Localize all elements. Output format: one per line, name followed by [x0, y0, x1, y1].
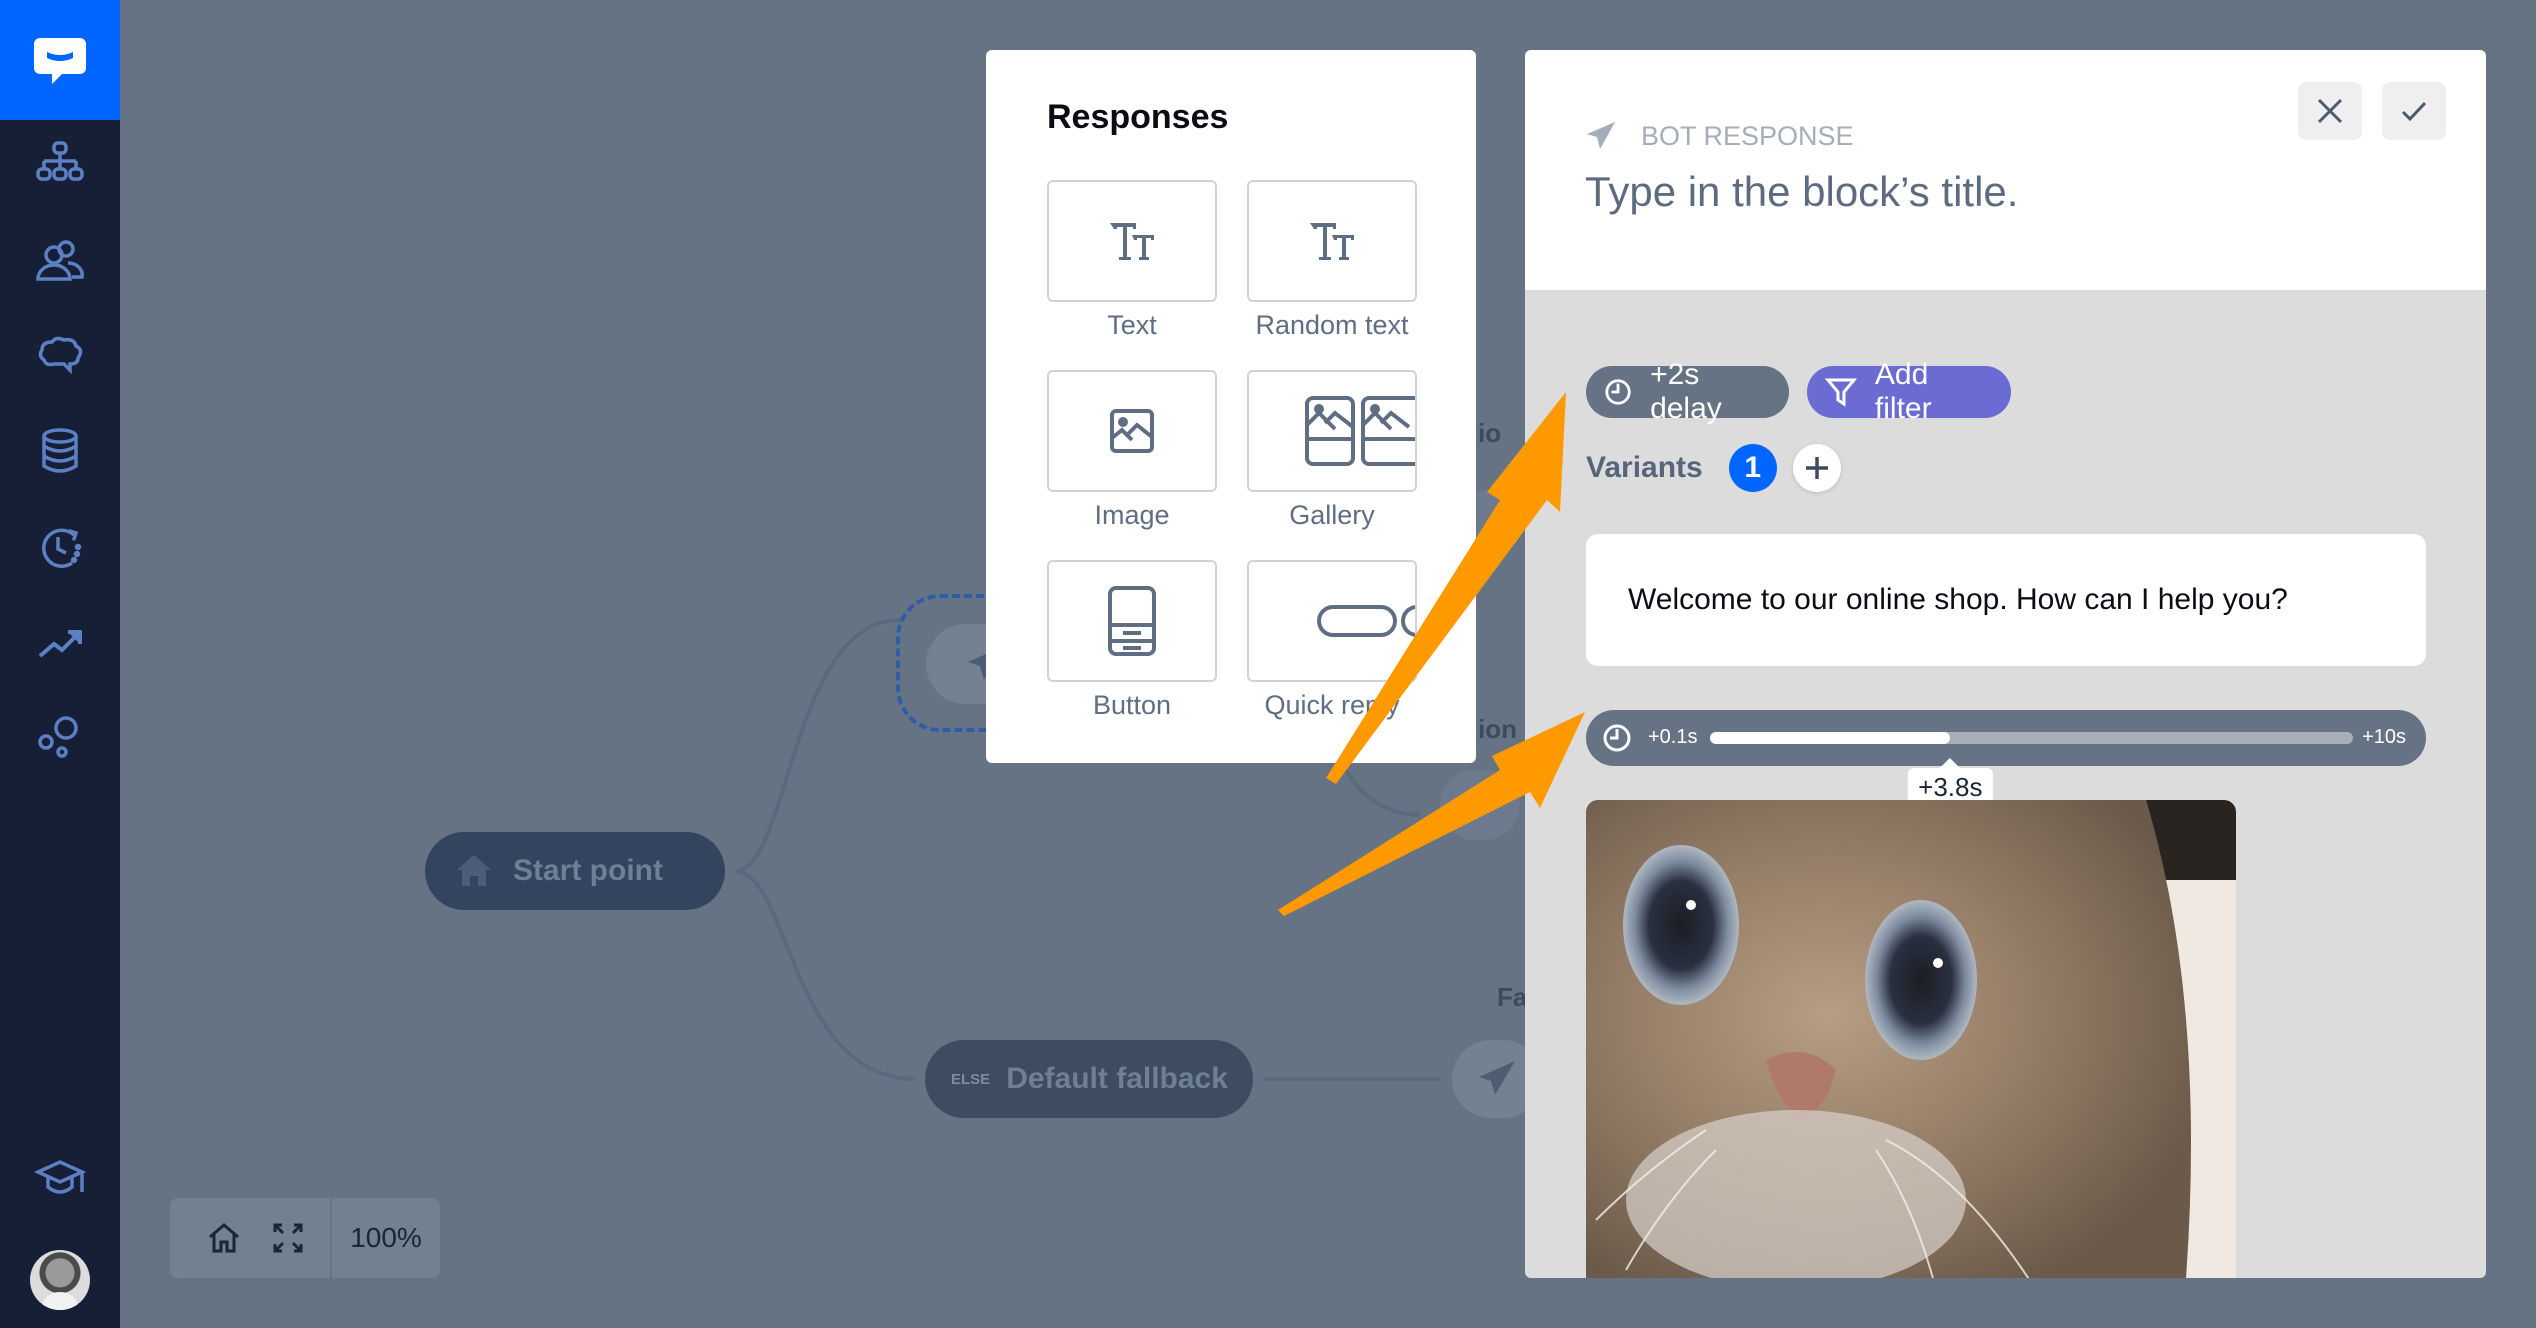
- slider-fill[interactable]: [1710, 732, 1951, 744]
- chat-bubble-logo-icon: [34, 38, 86, 84]
- sidebar-item-data[interactable]: [30, 422, 90, 482]
- block-editor-panel: BOT RESPONSE Type in the block’s title. …: [1525, 50, 2486, 1278]
- tile-label: Random text: [1255, 310, 1409, 340]
- avatar[interactable]: [30, 1250, 90, 1310]
- text-tile: [1047, 180, 1217, 302]
- slider-min-label: +0.1s: [1648, 726, 1698, 748]
- confirm-button[interactable]: [2382, 82, 2446, 140]
- tile-label: Text: [1107, 310, 1157, 340]
- image-tile: [1047, 370, 1217, 492]
- expand-icon: [273, 1223, 303, 1253]
- node-label: Fa: [1497, 982, 1528, 1012]
- random-text-tile: [1247, 180, 1417, 302]
- add-filter-button[interactable]: Add filter: [1807, 358, 2011, 425]
- sidebar-item-integrations[interactable]: [30, 708, 90, 768]
- fallback-label: Default fallback: [1006, 1062, 1228, 1095]
- paper-plane-icon: [1587, 122, 1615, 149]
- tile-label: Quick reply: [1264, 690, 1400, 720]
- slider-track[interactable]: [1710, 732, 2353, 744]
- zoom-control: 100%: [170, 1198, 440, 1278]
- close-icon: [2317, 98, 2343, 124]
- cat-photo: [1586, 800, 2236, 1278]
- sidebar-item-flows[interactable]: [30, 135, 90, 195]
- home-icon: [209, 1223, 239, 1253]
- graduation-cap-icon: [34, 1160, 86, 1194]
- node-label: io: [1478, 418, 1502, 448]
- variant-badge[interactable]: 1: [1728, 444, 1777, 492]
- clock-icon: [1605, 379, 1631, 405]
- image-icon: [1110, 409, 1154, 453]
- quick-reply-icon: [1317, 605, 1415, 637]
- delay-button[interactable]: +2s delay: [1586, 358, 1789, 425]
- delay-slider: +0.1s +10s: [1586, 710, 2426, 766]
- response-type-gallery[interactable]: Gallery: [1247, 370, 1417, 531]
- sidebar-item-training[interactable]: [30, 326, 90, 386]
- text-size-icon: [1310, 223, 1354, 260]
- edge-start-top: [734, 618, 901, 873]
- home-view-button[interactable]: [192, 1198, 256, 1278]
- sidebar-item-history[interactable]: [30, 517, 90, 577]
- trending-up-icon: [38, 630, 82, 658]
- fit-to-screen-button[interactable]: [256, 1198, 320, 1278]
- close-button[interactable]: [2298, 82, 2362, 140]
- text-size-icon: [1110, 223, 1154, 260]
- database-icon: [42, 428, 78, 473]
- variants-row: Variants 1: [1586, 444, 1841, 492]
- sitemap-icon: [36, 141, 84, 181]
- tile-label: Button: [1092, 690, 1172, 720]
- sidebar-item-audience[interactable]: [30, 231, 90, 291]
- slider-max-label: +10s: [2362, 726, 2406, 748]
- response-type-random-text[interactable]: Random text: [1247, 180, 1417, 341]
- zoom-level[interactable]: 100%: [332, 1222, 440, 1254]
- variants-label: Variants: [1586, 451, 1703, 484]
- sidebar: [0, 0, 120, 1328]
- plus-icon: [1805, 457, 1828, 479]
- block-kind: BOT RESPONSE: [1585, 120, 1854, 152]
- else-tag: ELSE: [951, 1070, 991, 1088]
- button-tile: [1047, 560, 1217, 682]
- block-title-input[interactable]: Type in the block’s title.: [1585, 168, 2018, 216]
- block-kind-label: BOT RESPONSE: [1641, 120, 1854, 151]
- history-clock-icon: [42, 528, 82, 568]
- app-logo[interactable]: [0, 0, 120, 120]
- image-preview[interactable]: [1586, 800, 2236, 1278]
- quick-reply-tile: [1247, 560, 1417, 682]
- message-text-field[interactable]: Welcome to our online shop. How can I he…: [1586, 534, 2426, 666]
- check-icon: [2401, 101, 2427, 122]
- tile-label: Image: [1094, 500, 1170, 530]
- add-variant-button[interactable]: [1792, 444, 1841, 492]
- response-type-image[interactable]: Image: [1047, 370, 1217, 531]
- users-icon: [36, 240, 84, 281]
- tile-label: Gallery: [1289, 500, 1375, 530]
- gallery-tile: [1247, 370, 1417, 492]
- home-icon: [457, 855, 491, 886]
- response-type-button[interactable]: Button: [1047, 560, 1217, 721]
- bubbles-icon: [38, 716, 78, 758]
- edge-start-bottom: [734, 869, 916, 1081]
- response-type-text[interactable]: Text: [1047, 180, 1217, 341]
- default-fallback-node[interactable]: ELSE Default fallback: [925, 1040, 1253, 1118]
- gallery-icon: [1305, 396, 1415, 466]
- edge-middle: [1338, 759, 1421, 817]
- responses-title: Responses: [1047, 98, 1229, 136]
- block-editor-header: BOT RESPONSE Type in the block’s title.: [1525, 50, 2486, 290]
- delay-label: +2s delay: [1650, 358, 1722, 425]
- button-card-icon: [1108, 586, 1156, 656]
- condition-node[interactable]: [1440, 770, 1520, 840]
- responses-panel: Responses Text Random text Image Gallery…: [986, 50, 1476, 763]
- filter-icon: [1825, 378, 1857, 407]
- clock-icon: [1603, 724, 1631, 752]
- brain-icon: [38, 336, 83, 375]
- sidebar-item-academy[interactable]: [30, 1150, 90, 1210]
- response-type-quick-reply[interactable]: Quick reply: [1247, 560, 1417, 721]
- paper-plane-icon: [1479, 1061, 1515, 1095]
- start-point-node[interactable]: Start point: [425, 832, 725, 910]
- start-point-label: Start point: [513, 854, 663, 887]
- filter-label: Add filter: [1874, 358, 1932, 425]
- sidebar-item-analytics[interactable]: [30, 612, 90, 672]
